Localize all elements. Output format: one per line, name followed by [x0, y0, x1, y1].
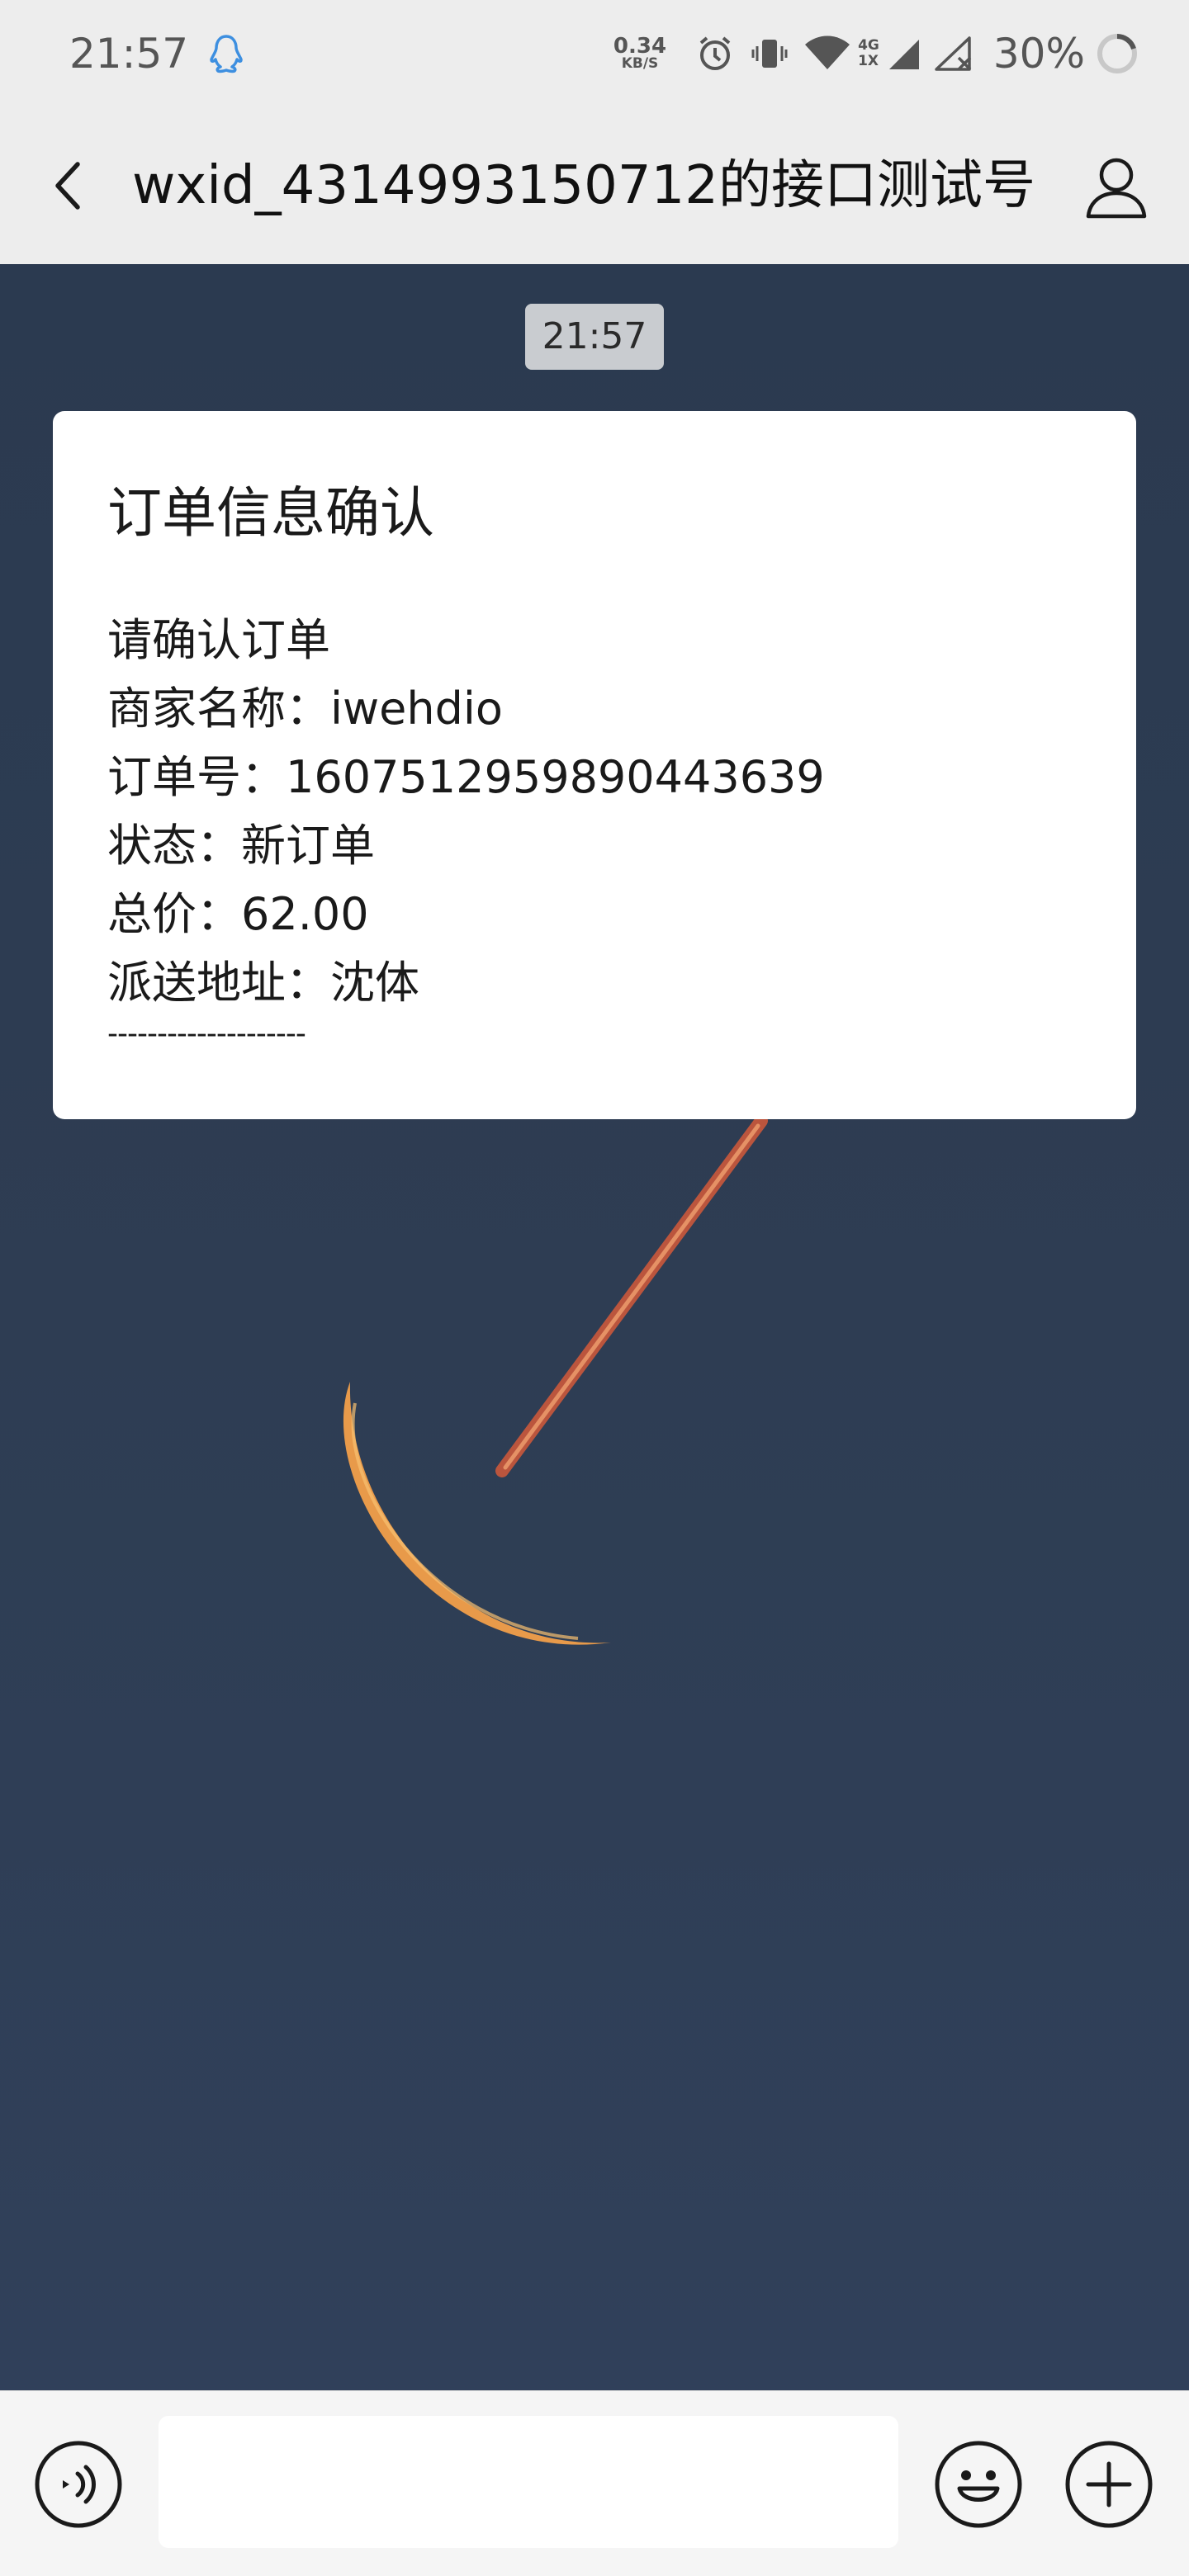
- message-input[interactable]: [159, 2416, 898, 2548]
- status-bar: 21:57 0.34 KB/S 4G 1X 30%: [0, 0, 1189, 107]
- message-line-merchant: 商家名称：iwehdio: [107, 683, 503, 735]
- input-bar: [0, 2390, 1189, 2576]
- signal-icon: [888, 40, 919, 69]
- message-line-address: 派送地址：沈体: [107, 957, 419, 1009]
- plus-circle-icon[interactable]: [1063, 2439, 1154, 2530]
- order-message-card[interactable]: 订单信息确认 请确认订单 商家名称：iwehdio 订单号：1607512959…: [53, 411, 1136, 1119]
- qq-penguin-icon: [210, 35, 243, 73]
- message-line-order-number: 订单号：1607512959890443639: [107, 751, 825, 803]
- net-speed: 0.34 KB/S: [613, 34, 667, 72]
- battery-percent: 30%: [992, 30, 1085, 78]
- chat-area[interactable]: 21:57 订单信息确认 请确认订单 商家名称：iwehdio 订单号：1607…: [0, 264, 1189, 2390]
- alarm-icon: [699, 36, 731, 70]
- vibrate-icon: [751, 40, 788, 68]
- status-icons: 0.34 KB/S 4G 1X 30%: [613, 25, 1139, 83]
- net-speed-unit: KB/S: [621, 55, 659, 72]
- message-divider: --------------------: [107, 1017, 306, 1051]
- status-time: 21:57: [69, 30, 189, 78]
- no-signal-icon: [935, 36, 972, 71]
- chevron-left-icon[interactable]: [40, 153, 106, 219]
- message-line-status: 状态：新订单: [107, 820, 375, 872]
- emoji-icon[interactable]: [933, 2439, 1024, 2530]
- message-timestamp: 21:57: [525, 304, 664, 370]
- message-body: 请确认订单 商家名称：iwehdio 订单号：16075129598904436…: [107, 606, 825, 1017]
- net-speed-value: 0.34: [613, 34, 667, 59]
- chat-header: wxid_4314993150712的接口测试号: [0, 107, 1189, 264]
- message-line-total: 总价：62.00: [107, 888, 369, 940]
- network-type: 4G 1X: [858, 38, 879, 69]
- network-type-top: 4G: [858, 37, 879, 54]
- message-title: 订单信息确认: [107, 481, 434, 545]
- wifi-icon: [805, 35, 850, 69]
- chat-title: wxid_4314993150712的接口测试号: [132, 155, 1035, 216]
- person-icon[interactable]: [1077, 147, 1156, 226]
- network-type-bottom: 1X: [858, 53, 879, 69]
- battery-ring-icon: [1097, 34, 1137, 73]
- voice-icon[interactable]: [33, 2439, 124, 2530]
- message-line-prompt: 请确认订单: [107, 614, 330, 666]
